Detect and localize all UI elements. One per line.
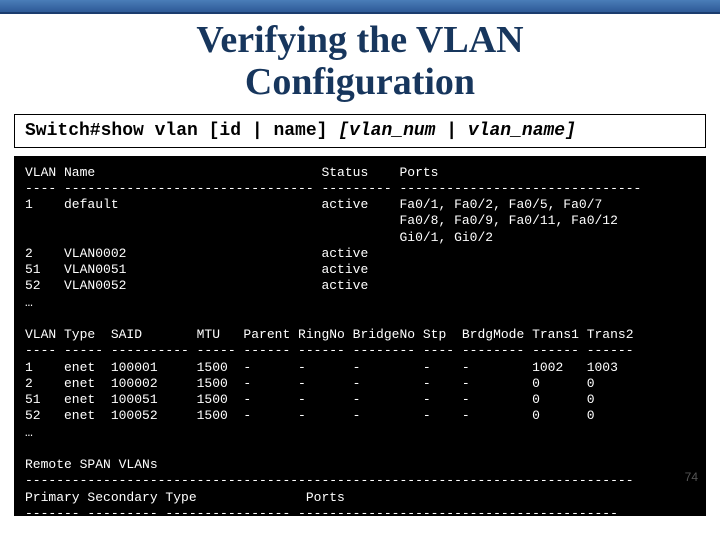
sec1-divider: ---- -------------------------------- --… <box>25 181 641 196</box>
sec3-header: Primary Secondary Type Ports <box>25 490 345 505</box>
terminal-output: VLAN Name Status Ports ---- ------------… <box>14 156 706 516</box>
command-plain: Switch#show vlan [id | name] <box>25 121 338 141</box>
page-number: 74 <box>685 470 698 484</box>
title-line-1: Verifying the VLAN <box>196 19 523 61</box>
accent-bar <box>0 0 720 14</box>
sec3-divider: ----------------------------------------… <box>25 473 634 488</box>
table-row: 51 VLAN0051 active <box>25 262 368 277</box>
table-row: 51 enet 100051 1500 - - - - - 0 0 <box>25 392 595 407</box>
sec1-header: VLAN Name Status Ports <box>25 165 438 180</box>
sec2-divider: ---- ----- ---------- ----- ------ -----… <box>25 343 634 358</box>
slide-title: Verifying the VLAN Configuration <box>0 14 720 112</box>
command-box: Switch#show vlan [id | name] [vlan_num |… <box>14 114 706 148</box>
sec2-header: VLAN Type SAID MTU Parent RingNo BridgeN… <box>25 327 634 342</box>
table-row: … <box>25 295 33 310</box>
sec3-divider2: ------- --------- ---------------- -----… <box>25 506 618 516</box>
table-row: 1 enet 100001 1500 - - - - - 1002 1003 <box>25 360 618 375</box>
table-row: 52 enet 100052 1500 - - - - - 0 0 <box>25 408 595 423</box>
command-italic: [vlan_num | vlan_name] <box>338 121 576 141</box>
table-row: 52 VLAN0052 active <box>25 278 368 293</box>
table-row: … <box>25 425 33 440</box>
table-row: 2 enet 100002 1500 - - - - - 0 0 <box>25 376 595 391</box>
table-row: 1 default active Fa0/1, Fa0/2, Fa0/5, Fa… <box>25 197 602 212</box>
title-line-2: Configuration <box>245 61 475 103</box>
table-row: 2 VLAN0002 active <box>25 246 368 261</box>
table-row: Gi0/1, Gi0/2 <box>25 230 493 245</box>
table-row: Fa0/8, Fa0/9, Fa0/11, Fa0/12 <box>25 213 618 228</box>
sec3-title: Remote SPAN VLANs <box>25 457 158 472</box>
